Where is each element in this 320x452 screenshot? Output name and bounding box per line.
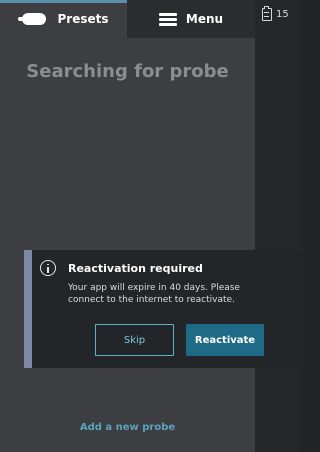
page-title: Searching for probe: [26, 61, 229, 82]
add-probe-link[interactable]: Add a new probe: [0, 422, 255, 433]
tab-presets[interactable]: Presets: [0, 0, 127, 38]
dialog-title: Reactivation required: [68, 262, 203, 275]
badge-count: 15: [276, 8, 289, 20]
app-panel: Presets Menu Searching for probe Add a n…: [0, 0, 255, 452]
tab-presets-label: Presets: [57, 12, 109, 26]
reactivate-button[interactable]: Reactivate: [186, 324, 264, 356]
tab-menu[interactable]: Menu: [127, 0, 255, 38]
info-icon: [40, 260, 56, 276]
side-panel: [255, 0, 300, 452]
clipboard-icon: [262, 5, 272, 21]
clipboard-badge[interactable]: 15: [262, 5, 289, 22]
dialog-message: Your app will expire in 40 days. Please …: [68, 283, 240, 305]
probe-icon: [18, 13, 48, 25]
tab-menu-label: Menu: [185, 12, 224, 26]
dialog-accent-bar: [24, 250, 32, 368]
skip-button[interactable]: Skip: [95, 324, 174, 356]
hamburger-icon: [158, 12, 177, 26]
top-tabs: Presets Menu: [0, 0, 255, 38]
